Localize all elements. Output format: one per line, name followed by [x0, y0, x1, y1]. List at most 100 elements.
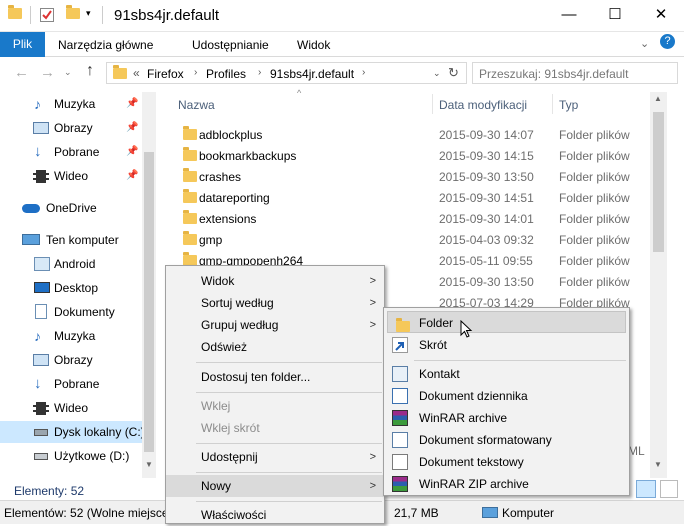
minimize-button[interactable]: — — [546, 0, 592, 31]
menu-item-new-rtf[interactable]: Dokument sformatowany — [384, 429, 629, 451]
maximize-button[interactable]: ☐ — [592, 0, 638, 31]
sidebar-item-video[interactable]: Wideo — [0, 397, 142, 419]
table-row[interactable]: crashes 2015-09-30 13:50 Folder plików — [170, 166, 650, 187]
menu-item-new-text[interactable]: Dokument tekstowy — [384, 451, 629, 473]
menu-item-new-winrar[interactable]: WinRAR archive — [384, 407, 629, 429]
menu-item-new-journal[interactable]: Dokument dziennika — [384, 385, 629, 407]
sidebar-item-downloads[interactable]: ↓ Pobrane — [0, 373, 142, 395]
list-scrollbar[interactable]: ▲ ▼ — [650, 92, 667, 478]
scroll-up-icon[interactable]: ▲ — [654, 94, 662, 103]
menu-item-new-winrar-zip[interactable]: WinRAR ZIP archive — [384, 473, 629, 495]
cloud-icon — [22, 204, 40, 213]
file-type: Folder plików — [559, 191, 630, 205]
divider — [30, 6, 31, 24]
menu-item-customize-folder[interactable]: Dostosuj ten folder... — [166, 366, 384, 388]
breadcrumb-separator-icon[interactable]: › — [194, 67, 197, 78]
recent-dropdown-icon[interactable]: ⌄ — [64, 67, 72, 78]
new-folder-icon[interactable] — [66, 5, 80, 22]
sidebar-item-onedrive[interactable]: OneDrive — [0, 197, 142, 219]
table-row[interactable]: adblockplus 2015-09-30 14:07 Folder plik… — [170, 124, 650, 145]
address-dropdown-icon[interactable]: ⌄ — [433, 68, 441, 79]
sidebar-item-desktop[interactable]: Desktop — [0, 277, 142, 299]
sidebar-item-label: Dokumenty — [54, 305, 115, 319]
forward-arrow-icon[interactable]: → — [40, 64, 55, 81]
sidebar-item-music[interactable]: ♪ Muzyka 📌 — [0, 93, 142, 115]
sidebar-item-utility-drive[interactable]: Użytkowe (D:) — [0, 445, 142, 467]
column-header-type[interactable]: Typ — [559, 98, 578, 112]
refresh-icon[interactable]: ↻ — [448, 65, 459, 81]
sidebar-item-pictures[interactable]: Obrazy 📌 — [0, 117, 142, 139]
scroll-down-icon[interactable]: ▼ — [145, 460, 153, 469]
table-row[interactable]: bookmarkbackups 2015-09-30 14:15 Folder … — [170, 145, 650, 166]
table-row[interactable]: gmp 2015-04-03 09:32 Folder plików — [170, 229, 650, 250]
quick-access-dropdown-icon[interactable]: ▾ — [86, 8, 91, 19]
sidebar-item-downloads[interactable]: ↓ Pobrane 📌 — [0, 141, 142, 163]
sidebar-item-video[interactable]: Wideo 📌 — [0, 165, 142, 187]
large-icons-view-icon[interactable] — [660, 480, 678, 498]
help-icon[interactable]: ? — [660, 34, 675, 49]
pin-icon[interactable]: 📌 — [126, 141, 138, 163]
table-row[interactable]: datareporting 2015-09-30 14:51 Folder pl… — [170, 187, 650, 208]
window-title: 91sbs4jr.default — [114, 7, 220, 24]
tab-home[interactable]: Narzędzia główne — [58, 38, 153, 52]
menu-item-sort-by[interactable]: Sortuj według > — [166, 292, 384, 314]
pin-icon[interactable]: 📌 — [126, 117, 138, 139]
table-row[interactable]: extensions 2015-09-30 14:01 Folder plikó… — [170, 208, 650, 229]
menu-item-new-shortcut[interactable]: Skrót — [384, 334, 629, 356]
breadcrumb-separator-icon[interactable]: › — [362, 67, 365, 78]
sidebar-item-label: Dysk lokalny (C:) — [54, 425, 142, 439]
tab-file[interactable]: Plik — [0, 32, 45, 57]
menu-item-label: Widok — [201, 274, 235, 288]
sidebar-item-local-disk[interactable]: Dysk lokalny (C:) — [0, 421, 142, 443]
menu-item-label: Dokument tekstowy — [419, 455, 524, 469]
ribbon-expand-icon[interactable]: ⌄ — [640, 37, 649, 50]
list-scrollbar-thumb[interactable] — [653, 112, 664, 252]
scroll-down-icon[interactable]: ▼ — [654, 460, 662, 469]
menu-item-refresh[interactable]: Odśwież — [166, 336, 384, 358]
file-date: 2015-09-30 14:51 — [439, 191, 534, 205]
sidebar-item-android[interactable]: Android — [0, 253, 142, 275]
folder-icon — [183, 147, 197, 164]
breadcrumb-profiles[interactable]: Profiles — [206, 67, 246, 81]
menu-item-new[interactable]: Nowy > — [166, 475, 384, 497]
sidebar-item-label: Pobrane — [54, 377, 100, 391]
pictures-icon — [33, 122, 49, 134]
sidebar-item-music[interactable]: ♪ Muzyka — [0, 325, 142, 347]
menu-separator — [196, 392, 382, 393]
nav-scrollbar-thumb[interactable] — [144, 152, 154, 452]
column-divider[interactable] — [552, 94, 553, 114]
android-icon — [34, 257, 50, 271]
breadcrumb-separator-icon[interactable]: › — [258, 67, 261, 78]
breadcrumb-firefox[interactable]: Firefox — [147, 67, 184, 81]
pin-icon[interactable]: 📌 — [126, 93, 138, 115]
menu-item-properties[interactable]: Właściwości — [166, 504, 384, 526]
tab-share[interactable]: Udostępnianie — [192, 38, 269, 52]
details-view-icon[interactable] — [636, 480, 656, 498]
column-divider[interactable] — [432, 94, 433, 114]
pin-icon[interactable]: 📌 — [126, 165, 138, 187]
address-bar[interactable]: « Firefox › Profiles › 91sbs4jr.default … — [106, 62, 467, 84]
breadcrumb-overflow[interactable]: « — [133, 66, 140, 80]
menu-item-new-folder[interactable]: Folder — [387, 311, 626, 338]
sidebar-item-this-pc[interactable]: Ten komputer — [0, 229, 142, 251]
menu-item-new-contact[interactable]: Kontakt — [384, 363, 629, 385]
tab-view[interactable]: Widok — [297, 38, 330, 52]
properties-icon[interactable] — [40, 8, 54, 22]
column-header-name[interactable]: Nazwa — [178, 98, 215, 112]
folder-icon — [183, 210, 197, 227]
back-arrow-icon[interactable]: ← — [14, 64, 29, 81]
up-arrow-icon[interactable]: ↑ — [86, 62, 94, 80]
menu-item-paste[interactable]: Wklej — [166, 395, 384, 417]
search-input[interactable]: Przeszukaj: 91sbs4jr.default — [472, 62, 678, 84]
sidebar-item-pictures[interactable]: Obrazy — [0, 349, 142, 371]
close-button[interactable]: ✕ — [638, 0, 684, 31]
menu-item-view[interactable]: Widok > — [166, 270, 384, 292]
column-header-date[interactable]: Data modyfikacji — [439, 98, 527, 112]
menu-item-paste-shortcut[interactable]: Wklej skrót — [166, 417, 384, 439]
menu-item-label: Właściwości — [201, 508, 267, 522]
breadcrumb-current[interactable]: 91sbs4jr.default — [270, 67, 354, 81]
nav-scrollbar[interactable]: ▼ — [142, 92, 156, 478]
sidebar-item-documents[interactable]: Dokumenty — [0, 301, 142, 323]
menu-item-group-by[interactable]: Grupuj według > — [166, 314, 384, 336]
menu-item-share[interactable]: Udostępnij > — [166, 446, 384, 468]
